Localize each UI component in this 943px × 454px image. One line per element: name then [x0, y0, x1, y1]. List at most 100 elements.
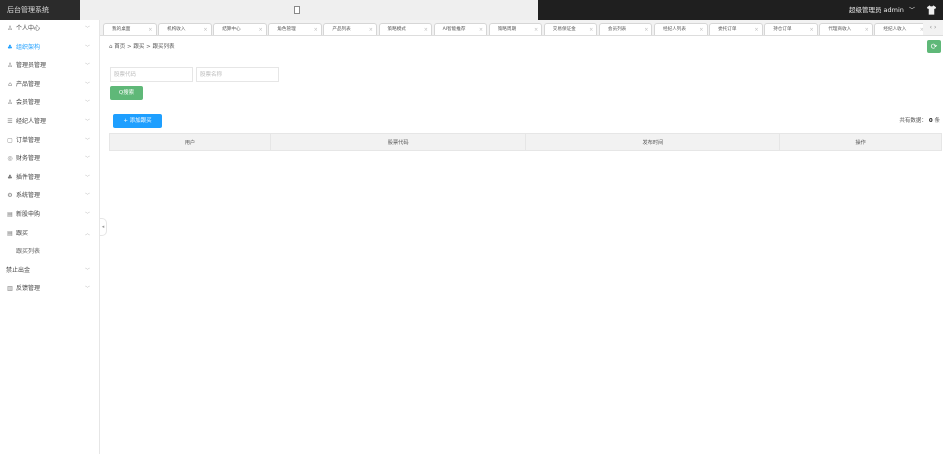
tab[interactable]: 策略周期 ×	[488, 23, 543, 35]
tab-label: 代理商收入	[828, 27, 852, 32]
tab[interactable]: 委托订单 ×	[709, 23, 763, 35]
close-icon[interactable]: ×	[148, 24, 152, 35]
broker-icon: ☰	[7, 117, 13, 125]
sidebar-item[interactable]: ♙ 会员管理 ﹀	[0, 94, 99, 113]
sidebar-item[interactable]: ☰ 经纪人管理 ﹀	[0, 113, 99, 132]
tab[interactable]: 角色管理 ×	[268, 23, 322, 35]
chevron-down-icon: ﹀	[84, 211, 90, 218]
tab-label: 机构收入	[167, 27, 186, 32]
breadcrumb-section[interactable]: 跟买	[133, 44, 144, 50]
sidebar-item-label: 插件管理	[16, 173, 41, 181]
close-icon[interactable]: ×	[699, 24, 703, 35]
column-header-stock-code: 股票代码	[269, 133, 527, 151]
close-icon[interactable]: ×	[754, 24, 758, 35]
sidebar-item[interactable]: 禁止出金 ﹀	[0, 262, 99, 281]
theme-shirt-icon[interactable]	[926, 5, 937, 15]
column-header-publish-time: 发布时间	[525, 133, 781, 151]
total-value: 0	[928, 118, 933, 124]
tab-label: 产品列表	[332, 27, 351, 32]
sidebar-item-label: 个人中心	[16, 25, 41, 32]
sidebar-item-label: 财务管理	[16, 155, 41, 163]
app-title[interactable]: 后台管理系统	[0, 0, 80, 20]
tab-scroll-arrows[interactable]: ‹ ›	[923, 20, 943, 35]
tab[interactable]: 产品列表 ×	[323, 23, 377, 35]
chevron-down-icon: ﹀	[84, 63, 90, 70]
tab-label: 策略模式	[387, 27, 406, 32]
tab[interactable]: 结算中心 ×	[213, 23, 267, 35]
sidebar-item[interactable]: ▥ 反馈管理 ﹀	[0, 280, 99, 299]
close-icon[interactable]: ×	[644, 24, 648, 35]
chevron-down-icon: ﹀	[84, 193, 90, 200]
sidebar-item[interactable]: ▢ 订单管理 ﹀	[0, 132, 99, 151]
breadcrumb-separator: >	[146, 44, 151, 50]
ipo-icon: ▤	[7, 210, 13, 218]
sidebar-item[interactable]: ⌂ 产品管理 ﹀	[0, 76, 99, 95]
close-icon[interactable]: ×	[314, 24, 318, 35]
plugin-icon: ♣	[7, 173, 13, 181]
gear-icon: ⚙	[7, 192, 13, 200]
tab-label: 角色管理	[277, 27, 296, 32]
order-icon: ▢	[7, 136, 13, 144]
close-icon[interactable]: ×	[534, 24, 538, 35]
sidebar-item[interactable]: 跟买列表	[0, 243, 99, 262]
close-icon[interactable]: ×	[809, 24, 813, 35]
close-icon[interactable]: ×	[479, 24, 483, 35]
sidebar-item[interactable]: ◎ 财务管理 ﹀	[0, 150, 99, 169]
stock-code-input[interactable]	[110, 67, 193, 82]
breadcrumb-page: 跟买列表	[152, 44, 175, 50]
product-icon: ⌂	[8, 80, 12, 88]
tab[interactable]: 经纪人列表 ×	[654, 23, 708, 35]
tab-label: 委托订单	[718, 27, 737, 32]
tab-label: 我的桌面	[112, 27, 131, 32]
sidebar-item-label: 组织架构	[16, 43, 41, 51]
tab[interactable]: 会员列表 ×	[598, 23, 653, 35]
breadcrumb-home[interactable]: 首页	[114, 44, 125, 50]
column-header-user: 用户	[109, 133, 271, 151]
tab[interactable]: 持仓订单 ×	[764, 23, 818, 35]
tab[interactable]: 策略模式 ×	[378, 23, 432, 35]
tab[interactable]: 代理商收入 ×	[819, 23, 873, 35]
table-header-row: 用户 股票代码 发布时间 操作	[109, 133, 942, 151]
home-icon: ⌂	[109, 44, 113, 50]
close-icon[interactable]: ×	[424, 24, 428, 35]
finance-icon: ◎	[7, 155, 13, 163]
document-icon[interactable]	[294, 6, 300, 14]
sidebar-item-label: 跟买列表	[16, 248, 41, 256]
chevron-down-icon: ﹀	[84, 118, 90, 125]
chevron-down-icon: ﹀	[84, 137, 90, 144]
sidebar-item[interactable]: ♙ 管理员管理 ﹀	[0, 57, 99, 76]
tab[interactable]: 机构收入 ×	[158, 23, 212, 35]
total-count: 共有数据： 0 条	[899, 116, 940, 124]
refresh-button[interactable]: ⟳	[927, 40, 941, 53]
sidebar-item[interactable]: ♙ 个人中心 ﹀	[0, 20, 99, 39]
tab-label: 会员列表	[607, 27, 627, 32]
close-icon[interactable]: ×	[258, 24, 262, 35]
sidebar-collapse-handle[interactable]: ◂	[100, 218, 107, 236]
close-icon[interactable]: ×	[865, 24, 869, 35]
admin-icon: ♙	[7, 62, 13, 70]
chevron-down-icon: ﹀	[84, 100, 90, 107]
sidebar-item-label: 管理员管理	[16, 62, 47, 70]
close-icon[interactable]: ×	[589, 24, 593, 35]
breadcrumb-separator: >	[127, 44, 132, 50]
tab[interactable]: 我的桌面 ×	[103, 23, 157, 35]
add-follow-button[interactable]: + 添加跟买	[113, 114, 162, 128]
sidebar-item[interactable]: ⚙ 系统管理 ﹀	[0, 187, 99, 206]
chevron-down-icon: ﹀	[84, 44, 90, 51]
sidebar-item[interactable]: ▤ 跟买 ︿	[0, 225, 99, 244]
tab-label: 策略周期	[497, 27, 517, 32]
total-unit: 条	[934, 118, 940, 124]
close-icon[interactable]: ×	[369, 24, 373, 35]
sidebar-item[interactable]: ♣ 插件管理 ﹀	[0, 169, 99, 188]
sidebar-item[interactable]: ▤ 新股申购 ﹀	[0, 206, 99, 225]
stock-name-input[interactable]	[196, 67, 279, 82]
tab[interactable]: 交易保证金 ×	[543, 23, 598, 35]
search-button[interactable]: Q搜索	[110, 86, 143, 100]
tab[interactable]: AI智能推荐 ×	[433, 23, 488, 35]
top-bar-middle	[80, 0, 538, 20]
member-icon: ♙	[7, 99, 13, 107]
sidebar-item[interactable]: ♣ 组织架构 ﹀	[0, 39, 99, 58]
tab[interactable]: 经纪人收入 ×	[874, 23, 928, 35]
user-menu[interactable]: 超级管理员 admin ﹀	[849, 0, 915, 20]
close-icon[interactable]: ×	[203, 24, 207, 35]
